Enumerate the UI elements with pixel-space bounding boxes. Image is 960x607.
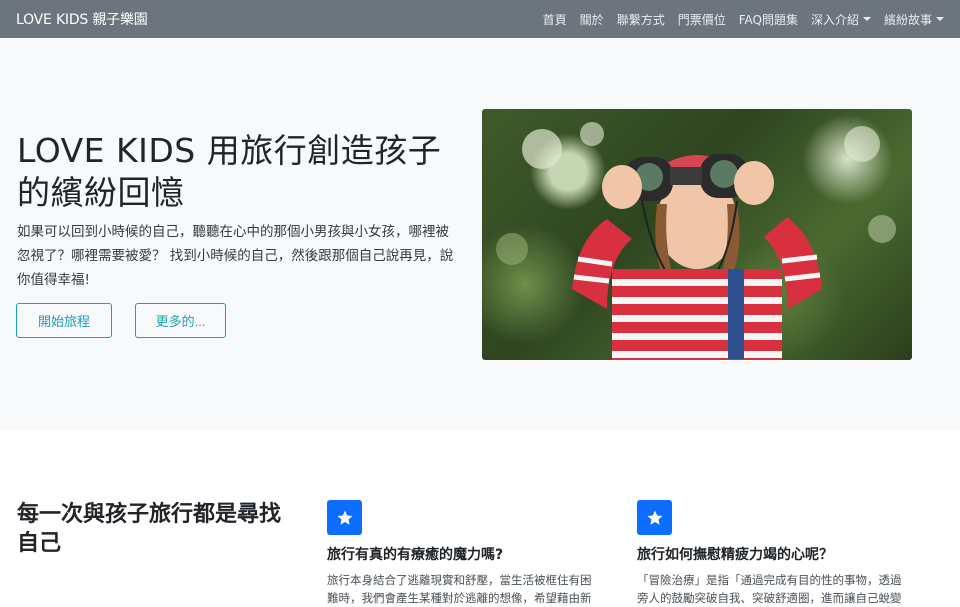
nav-menu: 首頁 關於 聯繫方式 門票價位 FAQ問題集 深入介紹 繽紛故事 <box>543 11 944 28</box>
more-button[interactable]: 更多的... <box>135 303 226 338</box>
feature-icon-box <box>327 500 362 535</box>
star-icon <box>337 510 352 525</box>
navbar: LOVE KIDS 親子樂園 首頁 關於 聯繫方式 門票價位 FAQ問題集 深入… <box>0 0 960 38</box>
nav-dropdown-intro-label: 深入介紹 <box>810 12 859 27</box>
caret-down-icon <box>862 17 871 21</box>
feature-text: 旅行本身結合了逃離現實和舒壓，當生活被框住有困難時，我們會產生某種對於逃離的想像… <box>327 573 592 605</box>
nav-link-faq[interactable]: FAQ問題集 <box>739 11 798 28</box>
feature-icon-box <box>637 500 672 535</box>
hero-title: LOVE KIDS 用旅行創造孩子的繽紛回憶 <box>17 131 442 212</box>
nav-link-home[interactable]: 首頁 <box>543 11 567 28</box>
caret-down-icon <box>936 17 944 21</box>
nav-dropdown-stories-label: 繽紛故事 <box>883 12 932 27</box>
hero-section: LOVE KIDS 用旅行創造孩子的繽紛回憶 如果可以回到小時候的自己，聽聽在心… <box>0 38 960 430</box>
hero-lead: 如果可以回到小時候的自己，聽聽在心中的那個小男孩與小女孩，哪裡被忽視了？哪裡需要… <box>17 224 454 288</box>
section-title: 每一次與孩子旅行都是尋找自己 <box>17 502 282 556</box>
feature-title: 旅行有真的有療癒的魔力嗎? <box>327 547 504 563</box>
child-with-binoculars-illustration <box>496 122 896 360</box>
start-journey-button[interactable]: 開始旅程 <box>16 303 112 338</box>
feature-text: 「冒險治療」是指「通過完成有目的性的事物，透過旁人的鼓勵突破自我、突破舒適圈，進… <box>637 573 902 605</box>
nav-link-contact[interactable]: 聯繫方式 <box>617 11 665 28</box>
nav-link-about[interactable]: 關於 <box>580 11 604 28</box>
feature-card: 旅行有真的有療癒的魔力嗎? 旅行本身結合了逃離現實和舒壓，當生活被框住有困難時，… <box>327 500 602 607</box>
nav-dropdown-intro[interactable]: 深入介紹 <box>811 11 871 28</box>
brand-logo[interactable]: LOVE KIDS 親子樂園 <box>16 9 148 29</box>
nav-link-tickets[interactable]: 門票價位 <box>678 11 726 28</box>
feature-card: 旅行如何撫慰精疲力竭的心呢？ 「冒險治療」是指「通過完成有目的性的事物，透過旁人… <box>637 500 912 607</box>
feature-title: 旅行如何撫慰精疲力竭的心呢？ <box>637 547 833 563</box>
nav-dropdown-stories[interactable]: 繽紛故事 <box>884 11 944 28</box>
star-icon <box>647 510 662 525</box>
hero-image <box>482 109 912 360</box>
